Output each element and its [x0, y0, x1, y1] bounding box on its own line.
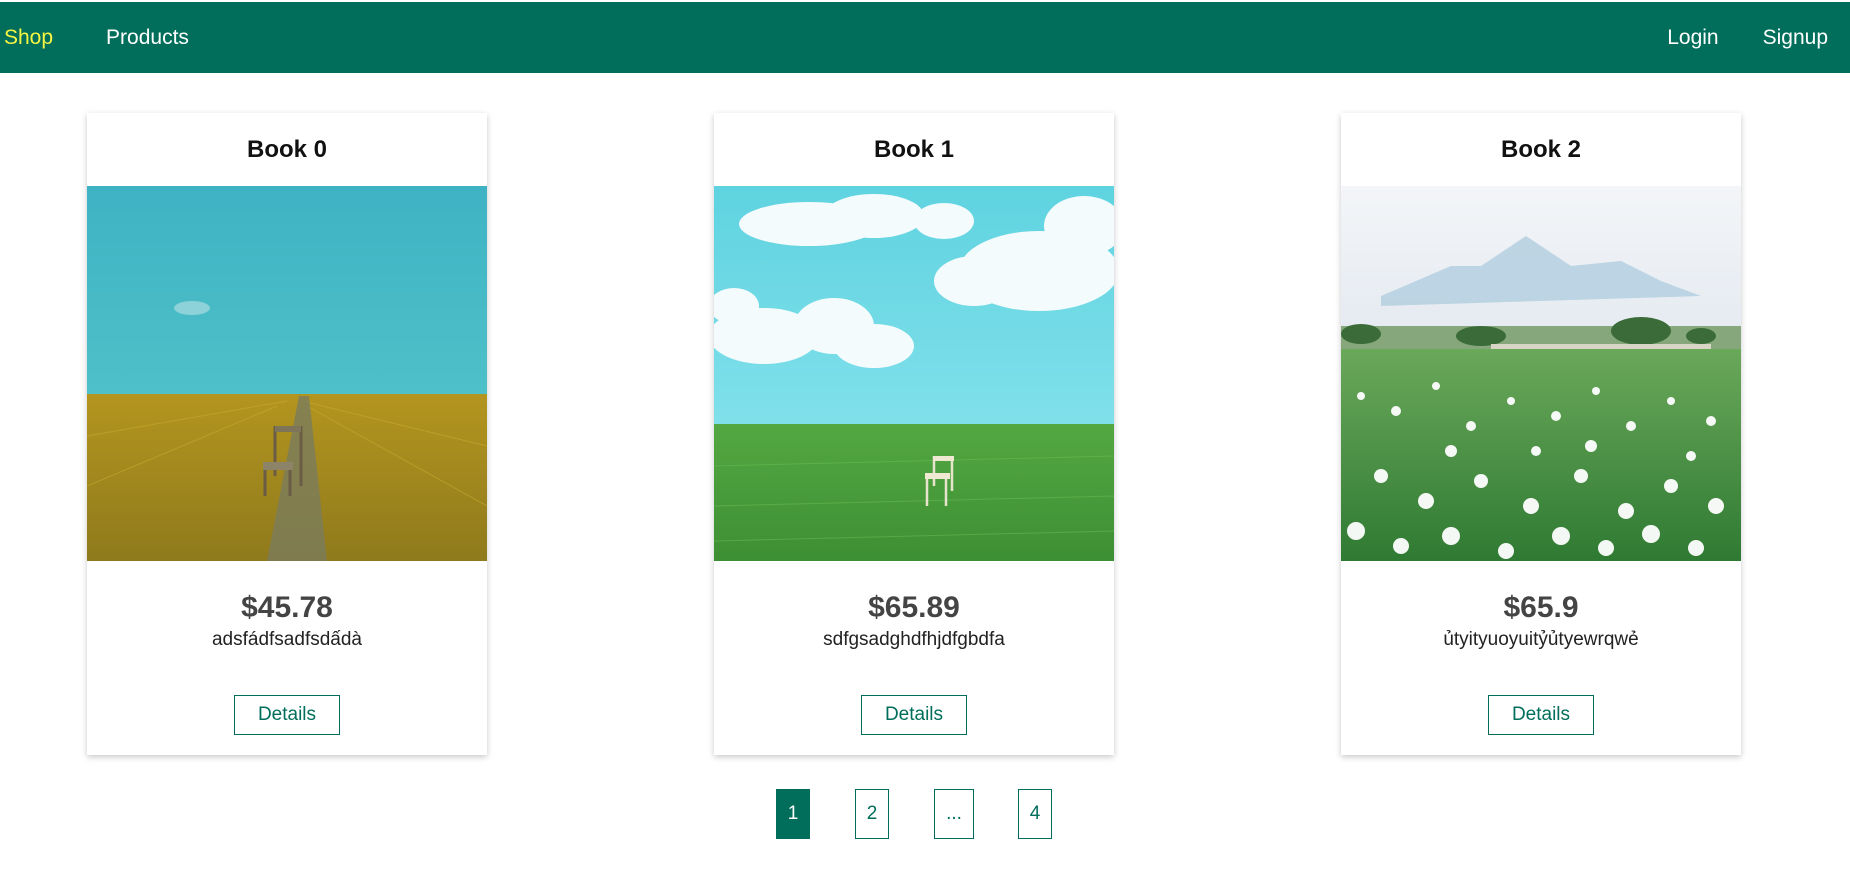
- nav-brand-shop[interactable]: Shop: [0, 26, 90, 50]
- nav-login-link[interactable]: Login: [1645, 26, 1740, 50]
- product-card-1: Book 1 $65.89 sdfgsadghdfhjdfgbdfa Detai…: [714, 113, 1114, 755]
- page-ellipsis-button[interactable]: ...: [934, 789, 974, 839]
- yellow-field-chair-image: [87, 186, 487, 561]
- dandelion-meadow-mountains-image: [1341, 186, 1741, 561]
- product-card-2: Book 2 $65.9 ủtyityuoyuitỷủtyewrqwẻ Deta…: [1341, 113, 1741, 755]
- card-title: Book 2: [1500, 135, 1581, 163]
- card-price: $45.78: [241, 591, 333, 624]
- top-navbar: Shop Products Login Signup: [0, 2, 1850, 73]
- product-card-0: Book 0 $45.78 adsfádfsadfsdấdà Details: [87, 113, 487, 755]
- card-description: adsfádfsadfsdấdà: [211, 629, 362, 650]
- card-title: Book 0: [246, 135, 327, 163]
- nav-right-group: Login Signup: [1645, 26, 1850, 50]
- details-button[interactable]: Details: [1488, 695, 1594, 735]
- card-price: $65.9: [1503, 591, 1579, 624]
- details-button[interactable]: Details: [861, 695, 967, 735]
- nav-signup-link[interactable]: Signup: [1741, 26, 1850, 50]
- page-1-button[interactable]: 1: [776, 789, 810, 839]
- card-title: Book 1: [873, 135, 954, 163]
- card-price: $65.89: [868, 591, 960, 624]
- card-description: ủtyityuoyuitỷủtyewrqwẻ: [1443, 629, 1639, 650]
- card-description: sdfgsadghdfhjdfgbdfa: [823, 629, 1005, 650]
- nav-left-group: Shop Products: [0, 26, 205, 50]
- page-4-button[interactable]: 4: [1018, 789, 1052, 839]
- page-2-button[interactable]: 2: [855, 789, 889, 839]
- nav-products-link[interactable]: Products: [90, 26, 205, 50]
- pagination: 1 2 ... 4: [0, 789, 1850, 839]
- green-field-chair-clouds-image: [714, 186, 1114, 561]
- details-button[interactable]: Details: [234, 695, 340, 735]
